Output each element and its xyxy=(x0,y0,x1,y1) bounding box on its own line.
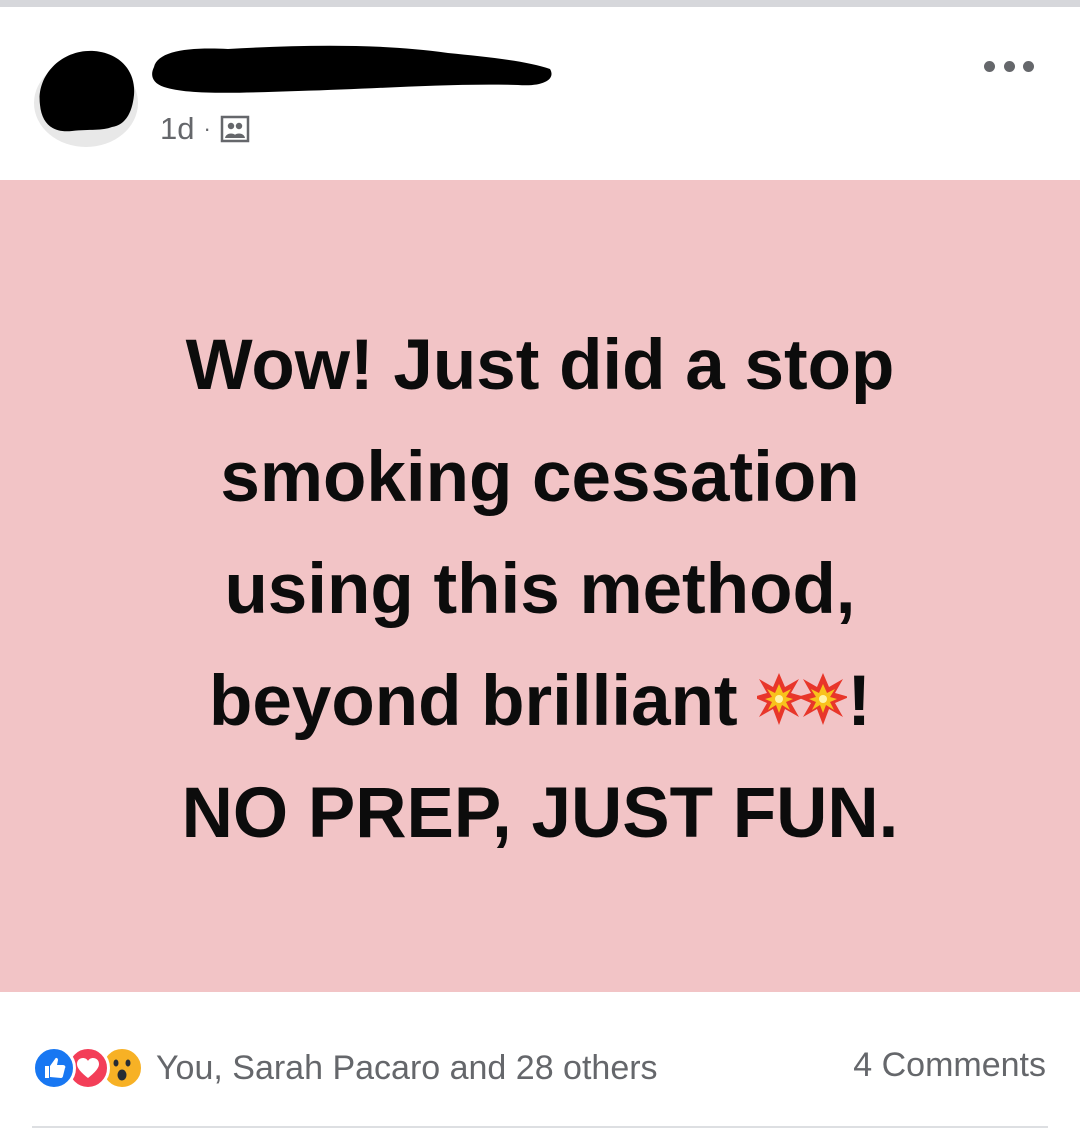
post-text-line: smoking cessation xyxy=(220,438,860,517)
post-text-line-emoji: beyond brilliant ! xyxy=(40,646,1040,758)
collision-burst-icon xyxy=(757,673,848,725)
comments-count-link[interactable]: 4 Comments xyxy=(853,1046,1046,1085)
post-background[interactable]: Wow! Just did a stop smoking cessation u… xyxy=(0,180,1080,992)
post-text-line: using this method, xyxy=(224,550,856,629)
author-name-redacted[interactable] xyxy=(148,39,558,99)
post-text-segment: beyond brilliant xyxy=(209,662,738,741)
post-text-line: Wow! Just did a stop xyxy=(185,326,895,405)
author-avatar[interactable] xyxy=(32,45,140,149)
footer-divider xyxy=(32,1126,1048,1128)
more-dot xyxy=(1023,60,1034,72)
top-divider-bar xyxy=(0,0,1080,7)
post-text-segment: ! xyxy=(847,662,871,741)
post-text-line: NO PREP, JUST FUN. xyxy=(181,774,899,853)
more-dot xyxy=(1003,60,1015,72)
post-meta: 1d · xyxy=(160,109,250,149)
like-icon xyxy=(32,1046,76,1090)
more-dot xyxy=(984,60,995,72)
more-options-icon[interactable] xyxy=(984,51,1034,81)
group-icon[interactable] xyxy=(220,114,250,144)
post-header: 1d · xyxy=(0,7,1080,179)
post-timestamp[interactable]: 1d xyxy=(160,111,194,147)
post-text: Wow! Just did a stop smoking cessation u… xyxy=(40,310,1040,870)
reactions-summary[interactable]: You, Sarah Pacaro and 28 others xyxy=(32,1043,658,1093)
meta-separator: · xyxy=(203,116,211,141)
reaction-summary-text: You, Sarah Pacaro and 28 others xyxy=(156,1048,658,1087)
